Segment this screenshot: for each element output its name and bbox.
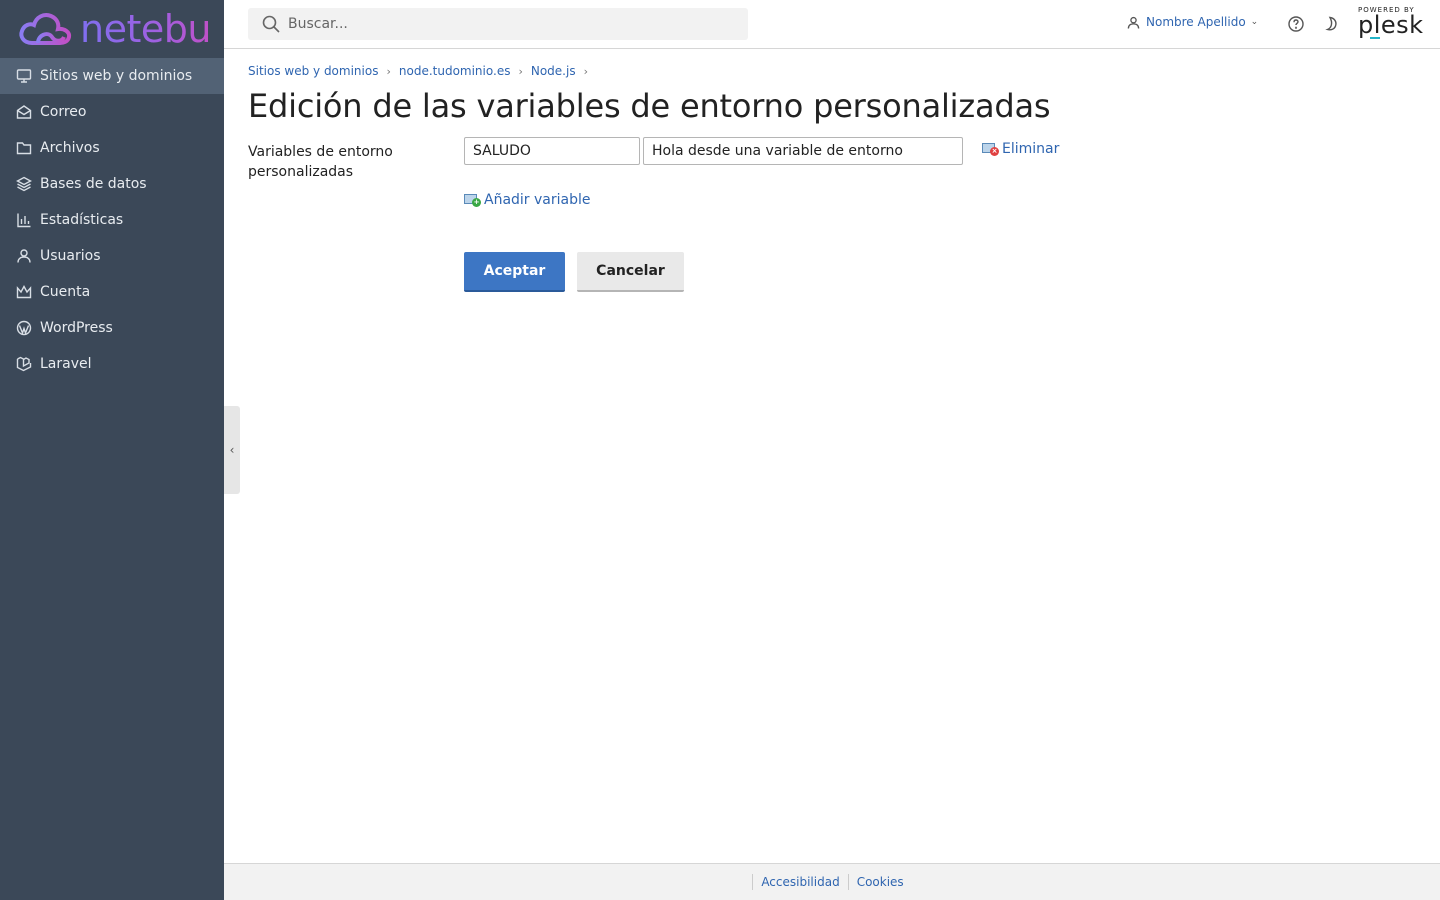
sidebar-item-label: Sitios web y dominios xyxy=(40,68,193,84)
wordpress-icon xyxy=(16,320,32,336)
breadcrumb: Sitios web y dominios › node.tudominio.e… xyxy=(248,64,1418,78)
add-variable-link[interactable]: + Añadir variable xyxy=(464,192,591,208)
sidebar-item-files[interactable]: Archivos xyxy=(0,130,224,166)
footer-link-cookies[interactable]: Cookies xyxy=(847,874,912,890)
search-box[interactable] xyxy=(248,8,748,40)
footer: Accesibilidad Cookies xyxy=(224,863,1440,900)
plesk-wordmark: plesk xyxy=(1358,11,1424,39)
moon-icon xyxy=(1325,16,1337,31)
sidebar-item-label: Estadísticas xyxy=(40,212,124,228)
sidebar-item-account[interactable]: Cuenta xyxy=(0,274,224,310)
bar-chart-icon xyxy=(16,212,32,228)
user-icon xyxy=(16,248,32,264)
brand-logo[interactable]: netebu xyxy=(0,0,224,58)
theme-toggle-button[interactable] xyxy=(1324,16,1340,32)
user-name: Nombre Apellido xyxy=(1146,15,1246,29)
breadcrumb-item-domain[interactable]: node.tudominio.es xyxy=(399,64,511,78)
help-icon xyxy=(1288,16,1304,32)
env-variables-form: Variables de entorno personalizadas × El… xyxy=(248,137,1418,208)
sidebar-item-label: WordPress xyxy=(40,320,113,336)
chevron-left-icon: ‹ xyxy=(229,443,235,457)
search-icon xyxy=(262,15,280,33)
chevron-down-icon: ⌄ xyxy=(1250,17,1259,27)
sidebar-item-wordpress[interactable]: WordPress xyxy=(0,310,224,346)
sidebar: netebu Sitios web y dominios Correo Arch… xyxy=(0,0,224,900)
chevron-right-icon: › xyxy=(386,64,391,78)
sidebar-nav: Sitios web y dominios Correo Archivos Ba… xyxy=(0,58,224,382)
remove-icon: × xyxy=(982,142,999,156)
sidebar-item-laravel[interactable]: Laravel xyxy=(0,346,224,382)
ok-button[interactable]: Aceptar xyxy=(464,252,565,292)
add-variable-label: Añadir variable xyxy=(484,192,591,208)
cloud-logo-icon xyxy=(19,13,72,45)
help-button[interactable] xyxy=(1288,16,1304,32)
folder-icon xyxy=(16,140,32,156)
sidebar-item-label: Usuarios xyxy=(40,248,101,264)
remove-variable-label: Eliminar xyxy=(1002,141,1060,157)
main-content: Sitios web y dominios › node.tudominio.e… xyxy=(248,49,1418,292)
breadcrumb-item-nodejs[interactable]: Node.js xyxy=(531,64,576,78)
sidebar-item-statistics[interactable]: Estadísticas xyxy=(0,202,224,238)
brand-name: netebu xyxy=(80,7,211,51)
sidebar-item-label: Laravel xyxy=(40,356,92,372)
sidebar-item-label: Correo xyxy=(40,104,87,120)
variable-value-input[interactable] xyxy=(643,137,963,165)
form-label: Variables de entorno personalizadas xyxy=(248,144,393,180)
add-icon: + xyxy=(464,193,481,207)
sidebar-collapse-handle[interactable]: ‹ xyxy=(224,406,240,494)
sidebar-item-websites[interactable]: Sitios web y dominios xyxy=(0,58,224,94)
sidebar-item-label: Bases de datos xyxy=(40,176,147,192)
page-title: Edición de las variables de entorno pers… xyxy=(248,87,1051,125)
sidebar-item-label: Archivos xyxy=(40,140,100,156)
laravel-icon xyxy=(16,356,32,372)
chevron-right-icon: › xyxy=(518,64,523,78)
user-icon xyxy=(1127,16,1140,29)
user-menu[interactable]: Nombre Apellido ⌄ xyxy=(1127,15,1258,29)
envelope-icon xyxy=(16,104,32,120)
top-header: Nombre Apellido ⌄ POWERED BY plesk xyxy=(224,0,1440,49)
crown-icon xyxy=(16,284,32,300)
layers-icon xyxy=(16,176,32,192)
sidebar-item-mail[interactable]: Correo xyxy=(0,94,224,130)
sidebar-item-label: Cuenta xyxy=(40,284,91,300)
sidebar-item-users[interactable]: Usuarios xyxy=(0,238,224,274)
search-input[interactable] xyxy=(288,16,728,32)
variable-name-input[interactable] xyxy=(464,137,640,165)
sidebar-item-databases[interactable]: Bases de datos xyxy=(0,166,224,202)
remove-variable-link[interactable]: × Eliminar xyxy=(982,141,1059,157)
footer-link-accessibility[interactable]: Accesibilidad xyxy=(752,874,847,890)
form-buttons: Aceptar Cancelar xyxy=(464,252,684,292)
monitor-icon xyxy=(16,68,32,84)
plesk-logo[interactable]: POWERED BY plesk xyxy=(1358,6,1424,39)
breadcrumb-item-websites[interactable]: Sitios web y dominios xyxy=(248,64,378,78)
cancel-button[interactable]: Cancelar xyxy=(577,252,684,292)
chevron-right-icon: › xyxy=(583,64,588,78)
